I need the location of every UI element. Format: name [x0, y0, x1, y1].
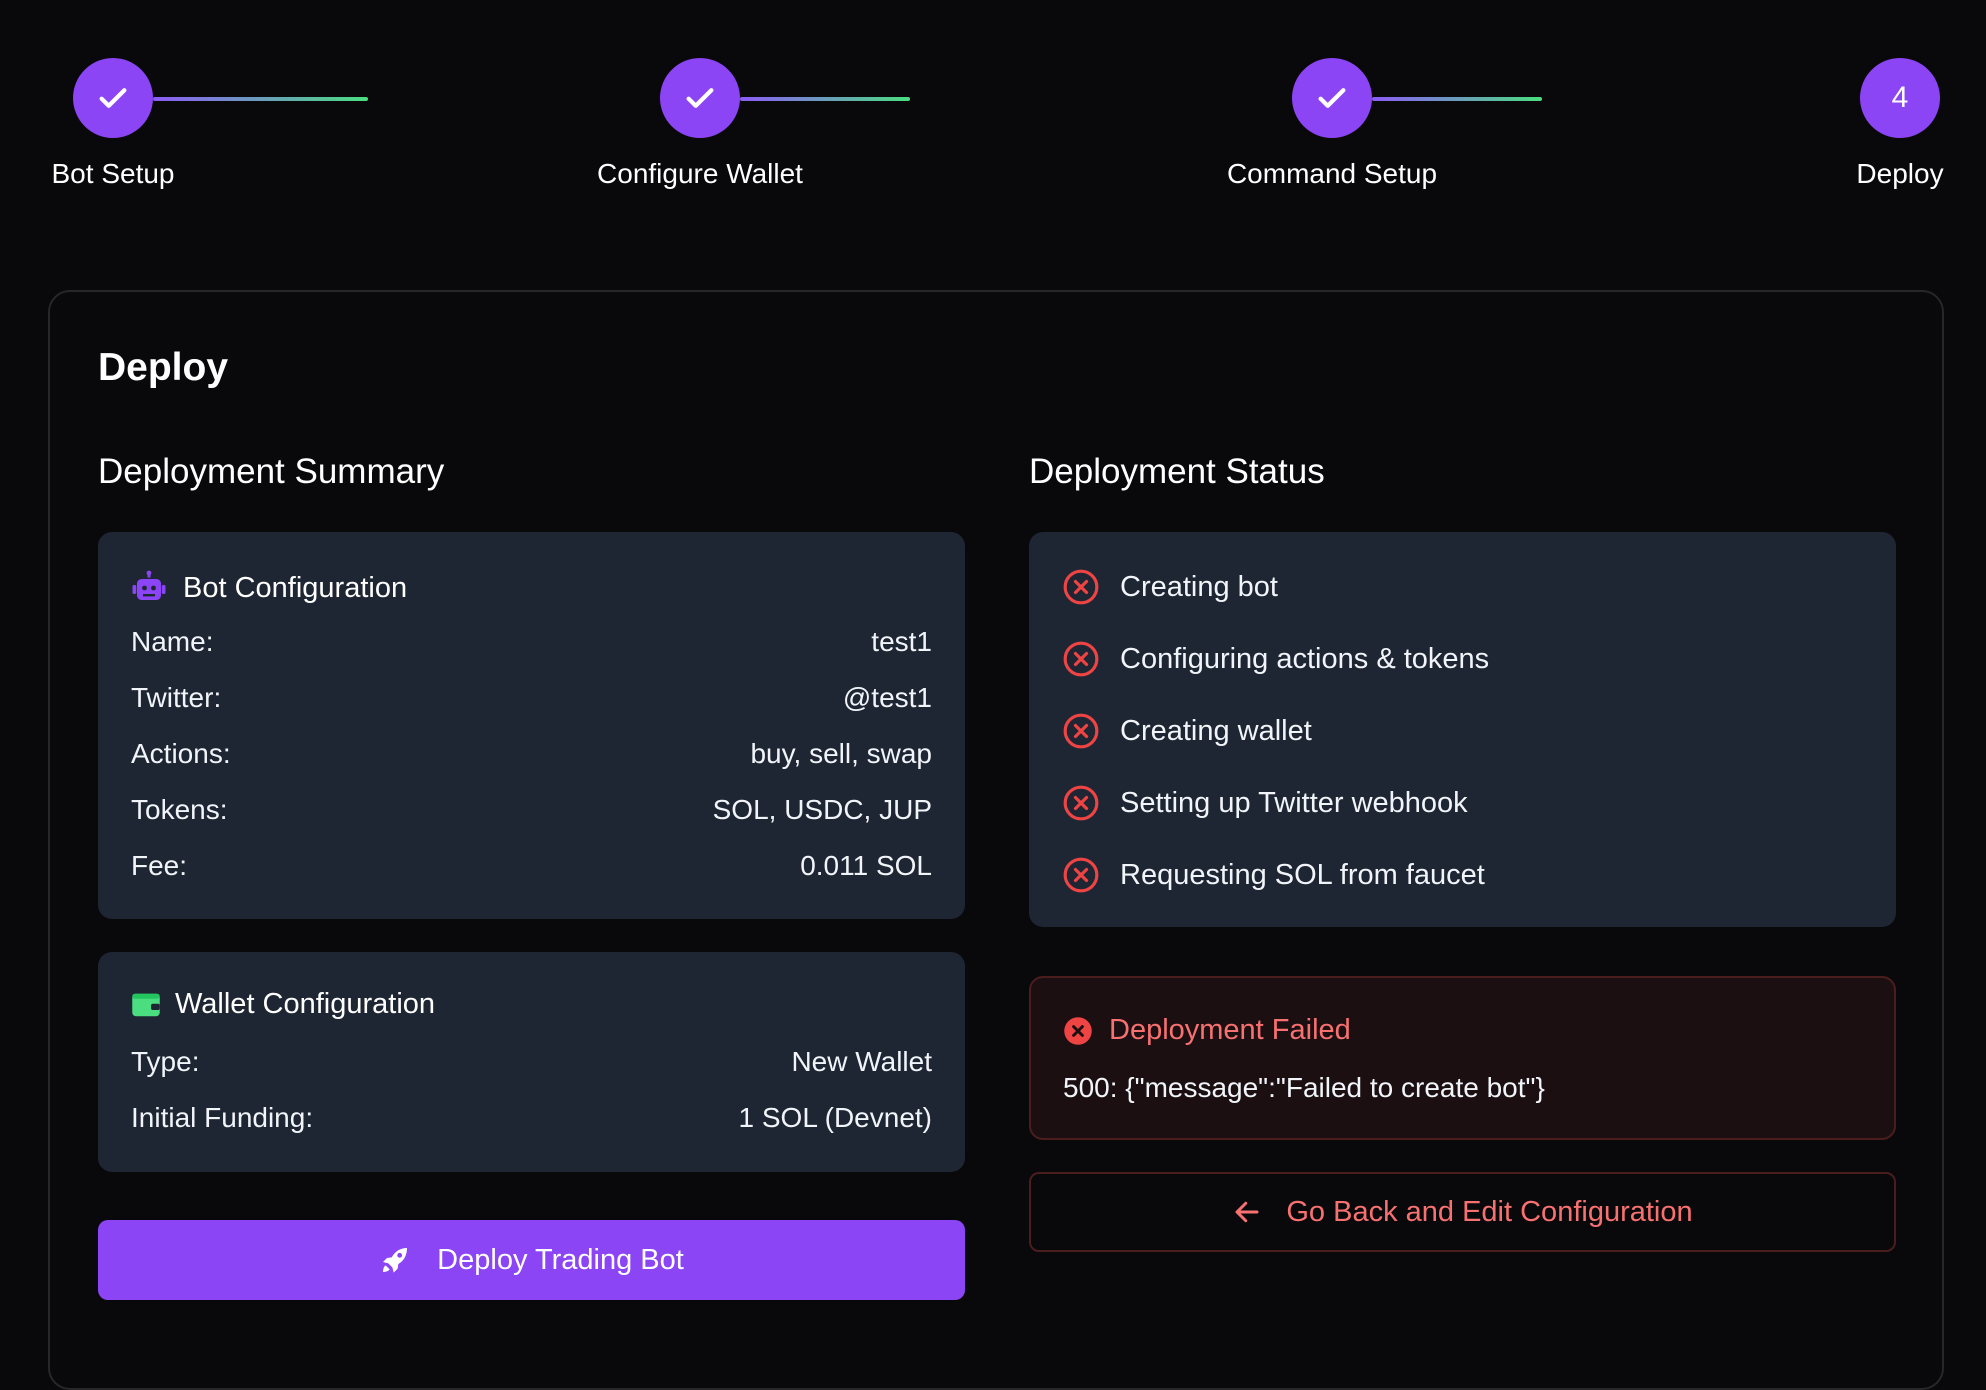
row-label: Tokens: — [131, 794, 228, 825]
config-row-twitter: Twitter: @test1 — [131, 682, 932, 714]
error-x-icon — [1063, 569, 1099, 605]
step-3-label: Command Setup — [1226, 158, 1438, 189]
status-item-label: Requesting SOL from faucet — [1120, 858, 1485, 891]
error-x-icon — [1063, 641, 1099, 677]
row-value: SOL, USDC, JUP — [712, 794, 932, 825]
status-item-faucet: Requesting SOL from faucet — [1062, 856, 1485, 894]
deployment-error-alert: Deployment Failed 500: {"message":"Faile… — [1029, 976, 1896, 1140]
config-row-fee: Fee: 0.011 SOL — [131, 850, 932, 882]
row-value: @test1 — [842, 682, 932, 713]
progress-stepper: Bot Setup Configure Wallet Command Setup… — [0, 0, 1986, 200]
step-2-check-icon[interactable] — [660, 58, 740, 138]
row-label: Actions: — [131, 738, 231, 769]
error-header: Deployment Failed — [1063, 1014, 1351, 1047]
row-label: Name: — [131, 626, 214, 657]
robot-icon — [131, 570, 167, 606]
row-value: New Wallet — [791, 1046, 932, 1077]
step-4-label: Deploy — [1856, 158, 1944, 189]
error-message: 500: {"message":"Failed to create bot"} — [1063, 1072, 1545, 1103]
bot-configuration-panel: Bot Configuration Name: test1 Twitter: @… — [98, 532, 965, 919]
row-label: Type: — [131, 1046, 200, 1077]
wallet-configuration-header: Wallet Configuration — [131, 988, 435, 1021]
status-item-twitter-webhook: Setting up Twitter webhook — [1062, 784, 1468, 822]
wallet-configuration-panel: Wallet Configuration Type: New Wallet In… — [98, 952, 965, 1172]
wallet-icon — [131, 991, 161, 1019]
go-back-edit-button[interactable]: Go Back and Edit Configuration — [1029, 1172, 1896, 1252]
row-value: 1 SOL (Devnet) — [738, 1102, 932, 1133]
deploy-trading-bot-button[interactable]: Deploy Trading Bot — [98, 1220, 965, 1300]
step-1-label: Bot Setup — [51, 158, 175, 189]
config-row-actions: Actions: buy, sell, swap — [131, 738, 932, 770]
bot-configuration-header: Bot Configuration — [131, 570, 407, 606]
wallet-row-funding: Initial Funding: 1 SOL (Devnet) — [131, 1102, 932, 1134]
row-label: Initial Funding: — [131, 1102, 314, 1133]
row-value: 0.011 SOL — [800, 850, 932, 881]
bot-configuration-title: Bot Configuration — [183, 571, 408, 604]
status-item-label: Configuring actions & tokens — [1120, 642, 1490, 675]
row-value: buy, sell, swap — [750, 738, 932, 769]
step-1-check-icon[interactable] — [73, 58, 153, 138]
deployment-status-title: Deployment Status — [1029, 452, 1325, 491]
status-item-creating-wallet: Creating wallet — [1062, 712, 1312, 750]
status-item-label: Creating bot — [1120, 570, 1278, 603]
status-item-creating-bot: Creating bot — [1062, 568, 1278, 606]
error-x-icon — [1063, 857, 1099, 893]
row-label: Twitter: — [131, 682, 222, 713]
rocket-icon — [379, 1244, 411, 1276]
status-item-label: Setting up Twitter webhook — [1120, 786, 1468, 819]
deployment-summary-title: Deployment Summary — [98, 452, 445, 491]
row-value: test1 — [871, 626, 932, 657]
step-connector-2 — [740, 97, 910, 101]
step-connector-3 — [1372, 97, 1542, 101]
status-item-configuring-actions: Configuring actions & tokens — [1062, 640, 1489, 678]
error-title: Deployment Failed — [1109, 1014, 1351, 1046]
step-3-check-icon[interactable] — [1292, 58, 1372, 138]
error-x-icon — [1063, 785, 1099, 821]
arrow-left-icon — [1235, 1201, 1259, 1223]
wallet-configuration-title: Wallet Configuration — [175, 988, 436, 1020]
step-2-label: Configure Wallet — [597, 158, 803, 189]
config-row-tokens: Tokens: SOL, USDC, JUP — [131, 794, 932, 826]
step-4-number[interactable]: 4 — [1860, 58, 1940, 138]
step-connector-1 — [153, 97, 368, 101]
deploy-button-label: Deploy Trading Bot — [437, 1243, 684, 1276]
wallet-row-type: Type: New Wallet — [131, 1046, 932, 1078]
deployment-status-panel: Creating bot Configuring actions & token… — [1029, 532, 1896, 927]
row-label: Fee: — [131, 850, 188, 881]
config-row-name: Name: test1 — [131, 626, 932, 658]
page-title: Deploy — [98, 346, 229, 389]
error-x-icon — [1063, 713, 1099, 749]
status-item-label: Creating wallet — [1120, 714, 1312, 747]
error-circle-icon — [1064, 1016, 1092, 1045]
back-button-label: Go Back and Edit Configuration — [1286, 1195, 1693, 1228]
